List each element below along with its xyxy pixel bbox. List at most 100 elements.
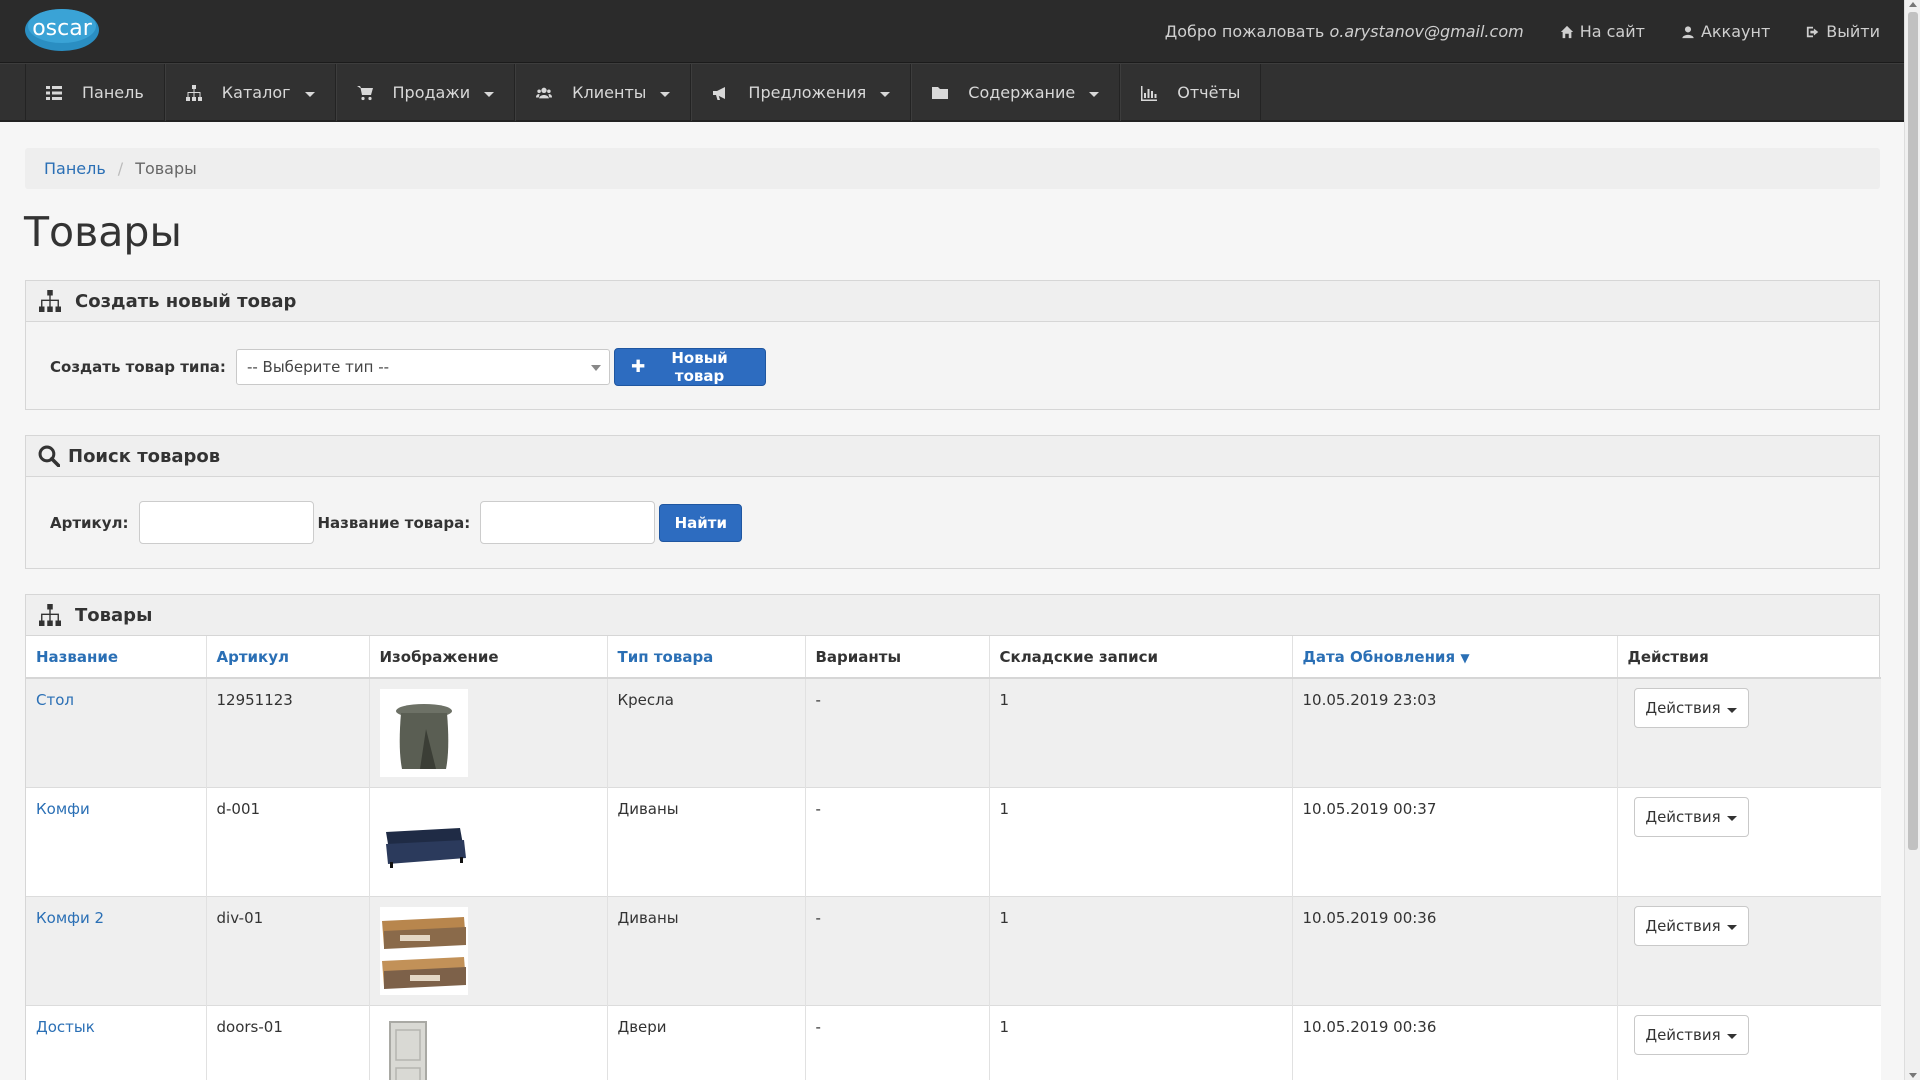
- sort-sku-link[interactable]: Артикул: [217, 648, 290, 666]
- sort-updated-link[interactable]: Дата Обновления ▼: [1303, 648, 1470, 666]
- logout-link-label: Выйти: [1826, 22, 1880, 41]
- product-name-link[interactable]: Достык: [36, 1018, 95, 1036]
- nav-item-sales[interactable]: Продажи: [335, 64, 516, 121]
- user-email: o.arystanov@gmail.com: [1329, 22, 1524, 41]
- table-row: Достык doors-01 Двери - 1 10.05.2019 00:…: [26, 1004, 1881, 1080]
- product-updated: 10.05.2019 00:36: [1292, 895, 1618, 1005]
- chevron-down-icon: [590, 365, 601, 371]
- product-image-sofa[interactable]: [379, 797, 468, 886]
- product-image-door[interactable]: [379, 1015, 468, 1080]
- product-image-table[interactable]: [379, 689, 468, 777]
- actions-button-label: Действия: [1645, 1025, 1721, 1044]
- account-link[interactable]: Аккаунт: [1681, 22, 1770, 41]
- product-type-select-value: -- Выберите тип --: [246, 358, 390, 376]
- nav-label: Содержание: [968, 83, 1076, 102]
- cart-icon: [356, 85, 373, 100]
- nav-label: Продажи: [392, 83, 471, 102]
- column-header-stock: Складские записи: [989, 636, 1293, 679]
- column-header-updated[interactable]: Дата Обновления ▼: [1292, 636, 1618, 679]
- bullhorn-icon: [713, 86, 726, 100]
- products-panel-title: Товары: [75, 604, 153, 626]
- product-variants: -: [805, 895, 990, 1005]
- products-table: Название Артикул Изображение Тип товара …: [26, 636, 1881, 1080]
- search-form: Артикул: Название товара: Найти: [50, 501, 743, 544]
- sitemap-icon: [185, 84, 202, 101]
- nav-item-content[interactable]: Содержание: [911, 64, 1121, 121]
- sign-out-icon: [1807, 26, 1819, 37]
- actions-dropdown-button[interactable]: Действия: [1633, 905, 1749, 946]
- product-type: Кресла: [607, 677, 806, 787]
- search-panel-header: Поиск товаров: [26, 436, 1879, 477]
- product-image-corner-sofa[interactable]: [379, 906, 468, 995]
- column-header-type[interactable]: Тип товара: [607, 636, 806, 679]
- actions-dropdown-button[interactable]: Действия: [1633, 1014, 1749, 1055]
- product-type: Диваны: [607, 895, 806, 1005]
- main-navbar: Панель Каталог Продажи Клиенты Предложен…: [0, 63, 1904, 122]
- plus-icon: ✚: [630, 357, 646, 377]
- actions-button-label: Действия: [1645, 807, 1721, 826]
- sitemap-icon: [39, 290, 61, 312]
- chevron-down-icon: [1726, 707, 1737, 713]
- products-panel: Товары Название Артикул Изображение Тип …: [25, 594, 1881, 1080]
- column-header-actions: Действия: [1617, 636, 1881, 679]
- nav-label: Предложения: [748, 83, 867, 102]
- column-header-variants: Варианты: [805, 636, 990, 679]
- product-type: Диваны: [607, 786, 806, 896]
- table-row: Комфи d-001 Диваны - 1 10.05.2019 00:37 …: [26, 786, 1881, 896]
- new-product-button-label: Новый товар: [671, 349, 728, 385]
- chevron-down-icon: [304, 92, 315, 97]
- nav-item-customers[interactable]: Клиенты: [515, 64, 692, 121]
- top-links: Добро пожаловать o.arystanov@gmail.com Н…: [1165, 0, 1880, 63]
- page-scrollbar[interactable]: [1904, 0, 1920, 1080]
- site-link[interactable]: На сайт: [1560, 22, 1645, 41]
- users-icon: [536, 87, 553, 98]
- product-stock: 1: [989, 677, 1293, 787]
- new-product-button[interactable]: ✚ Новый товар: [613, 348, 766, 386]
- scrollbar-thumb[interactable]: [1908, 12, 1918, 850]
- oscar-logo[interactable]: oscar: [24, 4, 100, 52]
- site-link-label: На сайт: [1579, 22, 1645, 41]
- logout-link[interactable]: Выйти: [1806, 22, 1880, 41]
- breadcrumb: Панель / Товары: [25, 148, 1880, 189]
- scroll-down-arrow-icon[interactable]: [1909, 1073, 1917, 1078]
- product-variants: -: [805, 1004, 990, 1080]
- product-name-input[interactable]: [480, 501, 656, 544]
- scroll-up-arrow-icon[interactable]: [1909, 2, 1917, 7]
- welcome-prefix: Добро пожаловать: [1164, 22, 1325, 41]
- actions-dropdown-button[interactable]: Действия: [1633, 796, 1749, 837]
- product-image-cell: [369, 895, 608, 1005]
- nav-item-catalog[interactable]: Каталог: [164, 64, 336, 121]
- product-stock: 1: [989, 1004, 1293, 1080]
- nav-label: Панель: [82, 83, 144, 102]
- product-type: Двери: [607, 1004, 806, 1080]
- search-icon: [38, 445, 60, 467]
- column-header-sku[interactable]: Артикул: [206, 636, 370, 679]
- actions-dropdown-button[interactable]: Действия: [1633, 688, 1749, 728]
- main-nav: Панель Каталог Продажи Клиенты Предложен…: [25, 64, 1262, 121]
- nav-item-offers[interactable]: Предложения: [691, 64, 912, 121]
- product-type-select[interactable]: -- Выберите тип --: [235, 349, 610, 385]
- product-name-link[interactable]: Комфи 2: [36, 909, 104, 927]
- table-row: Комфи 2 div-01 Диваны - 1 10.05.2019 00:…: [26, 895, 1881, 1005]
- create-product-panel: Создать новый товар Создать товар типа: …: [25, 280, 1880, 410]
- nav-label: Каталог: [221, 83, 291, 102]
- welcome-text: Добро пожаловать o.arystanov@gmail.com: [1165, 22, 1524, 41]
- sort-name-link[interactable]: Название: [36, 648, 118, 666]
- search-button[interactable]: Найти: [659, 503, 743, 542]
- table-header-row: Название Артикул Изображение Тип товара …: [26, 636, 1881, 679]
- actions-button-label: Действия: [1645, 699, 1721, 717]
- sku-input[interactable]: [138, 501, 314, 544]
- actions-button-label: Действия: [1645, 916, 1721, 935]
- folder-icon: [932, 86, 949, 99]
- breadcrumb-home-link[interactable]: Панель: [44, 159, 106, 178]
- column-header-name[interactable]: Название: [26, 636, 207, 679]
- nav-item-reports[interactable]: Отчёты: [1120, 64, 1262, 121]
- column-header-image: Изображение: [369, 636, 608, 679]
- sort-type-link[interactable]: Тип товара: [618, 648, 714, 666]
- create-panel-title: Создать новый товар: [75, 290, 297, 312]
- nav-item-dashboard[interactable]: Панель: [25, 64, 165, 121]
- product-name-link[interactable]: Комфи: [36, 800, 90, 818]
- chevron-down-icon: [880, 92, 891, 97]
- product-name-link[interactable]: Стол: [36, 691, 74, 709]
- search-products-panel: Поиск товаров Артикул: Название товара: …: [25, 435, 1880, 569]
